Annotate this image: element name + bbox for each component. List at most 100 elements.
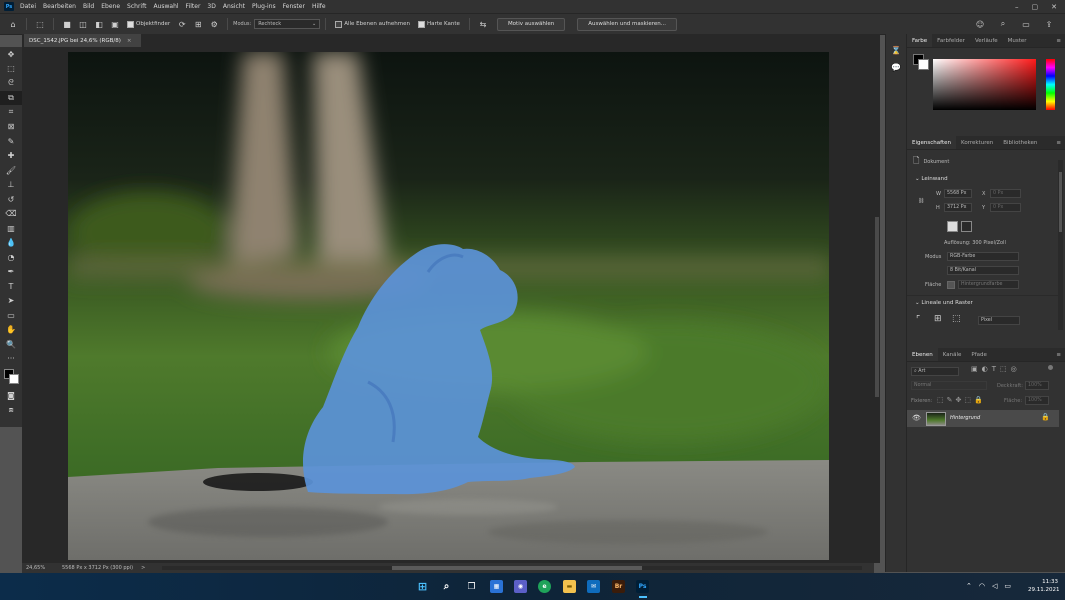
search-icon[interactable]: ⌕	[998, 19, 1008, 29]
link-icon[interactable]: ⛓	[918, 198, 924, 204]
wifi-icon[interactable]: ◠	[979, 582, 985, 590]
more-tools-icon[interactable]: ···	[0, 352, 22, 367]
layer-filter-select[interactable]: ⌕ Art	[911, 367, 959, 376]
search-icon[interactable]: ⌕	[440, 580, 453, 593]
status-arrow-icon[interactable]: >	[141, 565, 145, 571]
blend-mode-select[interactable]: Normal	[911, 381, 987, 390]
filter-toggle-icon[interactable]	[1048, 365, 1053, 370]
menu-item-ebene[interactable]: Ebene	[101, 3, 120, 10]
horizontal-scrollbar[interactable]	[162, 566, 862, 570]
history-panel-icon[interactable]: ⌛	[886, 46, 906, 55]
blur-tool-icon[interactable]: 💧	[0, 236, 22, 251]
height-field[interactable]: 3712 Px	[944, 203, 972, 212]
crop-tool-icon[interactable]: ⌗	[0, 105, 22, 120]
volume-icon[interactable]: ◁	[992, 582, 997, 590]
color-tab-farbfelder[interactable]: Farbfelder	[932, 38, 970, 44]
fill-color-swatch[interactable]	[947, 281, 955, 289]
new-selection-icon[interactable]: ■	[62, 19, 72, 29]
modus-select[interactable]: Rechteck ⌄	[254, 19, 321, 29]
color-tab-muster[interactable]: Muster	[1003, 38, 1032, 44]
background-swatch[interactable]	[918, 59, 929, 70]
add-selection-icon[interactable]: ◫	[78, 19, 88, 29]
teams-chat-icon[interactable]: ◉	[514, 580, 527, 593]
visibility-eye-icon[interactable]: 👁	[912, 414, 921, 422]
motiv-auswaehlen-button[interactable]: Motiv auswählen	[496, 17, 566, 31]
maximize-icon[interactable]: ▢	[1032, 3, 1039, 11]
photoshop-logo-icon[interactable]: Ps	[4, 2, 14, 11]
document-tab[interactable]: DSC_1542.JPG bei 24,6% (RGB/8) ×	[24, 34, 141, 47]
fill-field[interactable]: 100%	[1025, 396, 1049, 405]
portrait-orientation-icon[interactable]	[947, 221, 958, 232]
x-field[interactable]: 0 Px	[990, 189, 1021, 198]
properties-tab-bibliotheken[interactable]: Bibliotheken	[998, 140, 1042, 146]
subtract-selection-icon[interactable]: ◧	[94, 19, 104, 29]
task-view-icon[interactable]: ❐	[465, 580, 478, 593]
frame-tool-icon[interactable]: ⊠	[0, 120, 22, 135]
type-tool-icon[interactable]: T	[0, 279, 22, 294]
workspace-icon[interactable]: ▭	[1021, 19, 1031, 29]
enhance-edge-icon[interactable]: ⇆	[478, 19, 488, 29]
ruler-icon[interactable]: ⌜	[916, 315, 920, 325]
alle-ebenen-checkbox[interactable]: Alle Ebenen aufnehmen	[335, 20, 410, 28]
opacity-field[interactable]: 100%	[1025, 381, 1049, 390]
properties-tab-eigenschaften[interactable]: Eigenschaften	[907, 136, 956, 149]
document-canvas[interactable]	[68, 52, 829, 560]
menu-item-3d[interactable]: 3D	[207, 3, 215, 10]
settings-gear-icon[interactable]: ⚙	[209, 19, 219, 29]
color-panel-menu-icon[interactable]: ≡	[1051, 38, 1065, 44]
comments-panel-icon[interactable]: 💬	[886, 63, 906, 72]
home-icon[interactable]: ⌂	[8, 19, 18, 29]
brush-tool-icon[interactable]: 🖌	[0, 163, 22, 178]
layers-tab-kan-le[interactable]: Kanäle	[938, 352, 967, 358]
windows-start-icon[interactable]: ⊞	[416, 580, 429, 593]
color-tab-verl-ufe[interactable]: Verläufe	[970, 38, 1003, 44]
share-icon[interactable]: ☺	[975, 19, 985, 29]
move-tool-icon[interactable]: ✥	[0, 47, 22, 62]
battery-icon[interactable]: ▭	[1004, 582, 1011, 590]
history-brush-icon[interactable]: ↺	[0, 192, 22, 207]
grid-icon[interactable]: ⊞	[934, 314, 942, 324]
menu-item-schrift[interactable]: Schrift	[127, 3, 146, 10]
menu-item-filter[interactable]: Filter	[186, 3, 201, 10]
properties-panel-menu-icon[interactable]: ≡	[1051, 140, 1065, 146]
layer-row[interactable]: 👁 Hintergrund 🔒	[907, 410, 1059, 427]
lineale-heading[interactable]: ⌄ Lineale und Raster	[911, 300, 973, 306]
share-export-icon[interactable]: ⇪	[1044, 19, 1054, 29]
edge-browser-icon[interactable]: e	[538, 580, 551, 593]
bridge-icon[interactable]: Br	[612, 580, 625, 593]
color-mode-select[interactable]: RGB-Farbe	[947, 252, 1019, 261]
dodge-tool-icon[interactable]: ◔	[0, 250, 22, 265]
photoshop-taskbar-icon[interactable]: Ps	[636, 580, 649, 593]
layers-tab-pfade[interactable]: Pfade	[966, 352, 992, 358]
layer-name[interactable]: Hintergrund	[950, 415, 980, 421]
intersect-selection-icon[interactable]: ▣	[110, 19, 120, 29]
marquee-tool-icon[interactable]: ⬚	[0, 62, 22, 77]
menu-item-fenster[interactable]: Fenster	[283, 3, 305, 10]
y-field[interactable]: 0 Px	[990, 203, 1021, 212]
menu-item-datei[interactable]: Datei	[20, 3, 36, 10]
file-explorer-icon[interactable]: ▬	[563, 580, 576, 593]
scrollbar-thumb[interactable]	[392, 566, 642, 570]
menu-item-bearbeiten[interactable]: Bearbeiten	[43, 3, 76, 10]
refresh-icon[interactable]: ⟳	[177, 19, 187, 29]
widgets-icon[interactable]: ▦	[490, 580, 503, 593]
zoom-tool-icon[interactable]: 🔍	[0, 337, 22, 352]
close-tab-icon[interactable]: ×	[127, 38, 132, 44]
color-tab-farbe[interactable]: Farbe	[907, 34, 933, 47]
auswaehlen-maskieren-button[interactable]: Auswählen und maskieren...	[577, 17, 677, 31]
pen-tool-icon[interactable]: ✒	[0, 265, 22, 280]
close-icon[interactable]: ✕	[1051, 3, 1057, 11]
guides-icon[interactable]: ⬚	[952, 314, 961, 324]
bit-depth-select[interactable]: 8 Bit/Kanal	[947, 266, 1019, 275]
show-objects-icon[interactable]: ⊞	[193, 19, 203, 29]
menu-item-auswahl[interactable]: Auswahl	[153, 3, 178, 10]
eraser-tool-icon[interactable]: ⌫	[0, 207, 22, 222]
menu-item-bild[interactable]: Bild	[83, 3, 94, 10]
menu-item-ansicht[interactable]: Ansicht	[223, 3, 245, 10]
clock[interactable]: 11:33 29.11.2021	[1028, 578, 1060, 594]
layers-tab-ebenen[interactable]: Ebenen	[907, 348, 938, 361]
harte-kante-checkbox[interactable]: Harte Kante	[417, 20, 460, 28]
lock-icons[interactable]: ⬚✎✥⬚🔒	[937, 396, 986, 404]
scrollbar-thumb[interactable]	[1059, 172, 1062, 232]
rectangle-tool-icon[interactable]: ▭	[0, 308, 22, 323]
